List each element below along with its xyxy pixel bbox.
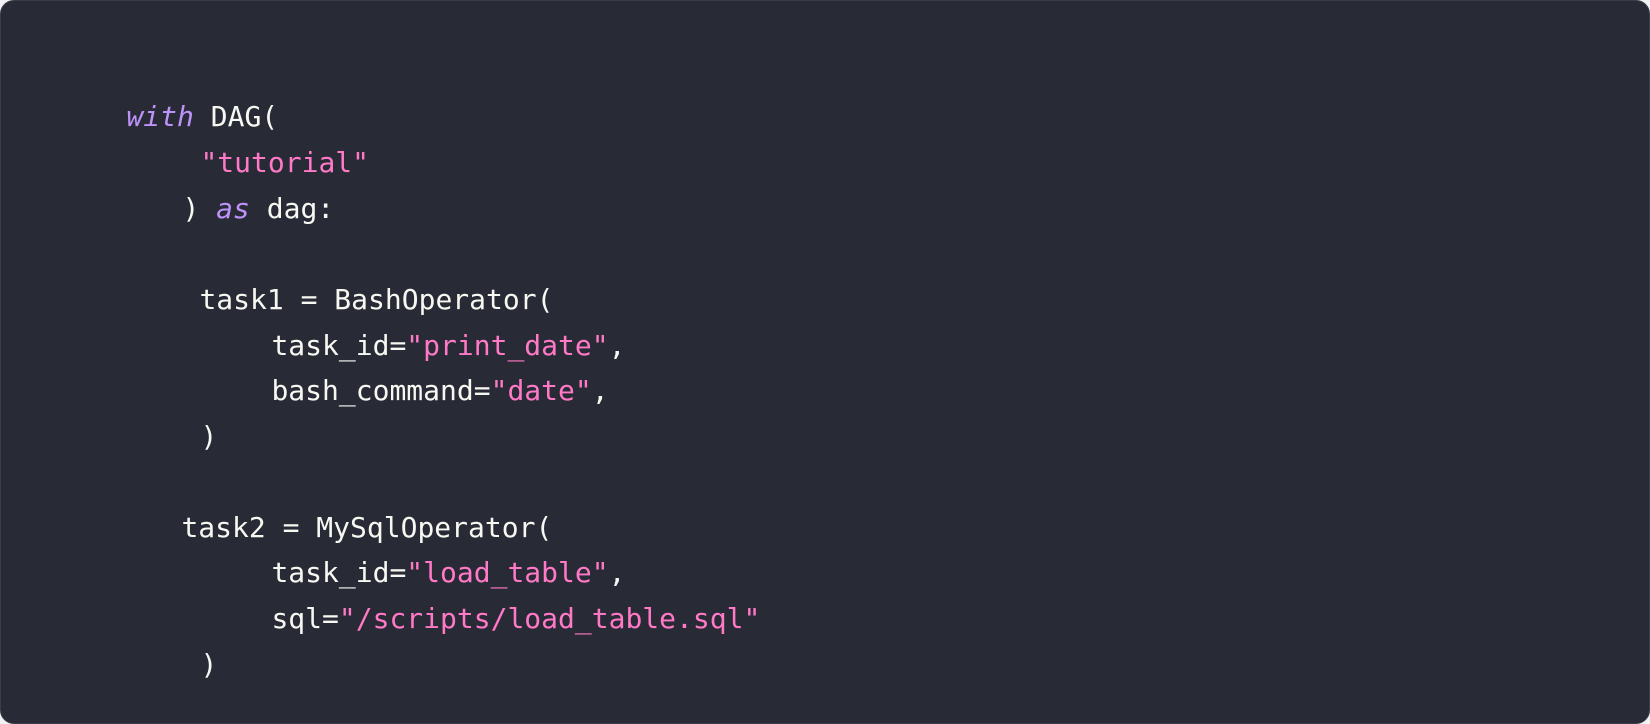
close-paren: ) [182, 192, 217, 225]
code-line-bash-command: bash_command="date", [204, 319, 608, 407]
sql-path-value: "/scripts/load_table.sql" [338, 602, 761, 635]
arg-bash-command: bash_command= [271, 374, 491, 407]
keyword-as: as [216, 192, 250, 225]
dag-variable: dag: [249, 192, 335, 225]
bash-command-value: "date" [490, 374, 592, 407]
code-line-dag-name: "tutorial" [133, 91, 369, 179]
comma: , [591, 374, 609, 407]
code-line-sql: sql="/scripts/load_table.sql" [204, 547, 760, 635]
close-paren: ) [200, 420, 218, 453]
code-line-task2: task2 = MySqlOperator( [114, 456, 552, 544]
code-line-with-dag: with DAG( [59, 45, 278, 133]
comma: , [608, 329, 626, 362]
code-line-task1-id: task_id="print_date", [204, 274, 625, 362]
code-line-as-dag: ) as dag: [115, 137, 334, 225]
code-line-task2-id: task_id="load_table", [204, 501, 625, 589]
code-line-task1-close: ) [133, 365, 217, 453]
code-block: with DAG( "tutorial" ) as dag: task1 = B… [0, 0, 1650, 724]
close-paren: ) [200, 648, 218, 681]
code-line-task2-close: ) [133, 593, 217, 681]
arg-sql: sql= [271, 602, 339, 635]
code-line-task1: task1 = BashOperator( [132, 228, 553, 316]
